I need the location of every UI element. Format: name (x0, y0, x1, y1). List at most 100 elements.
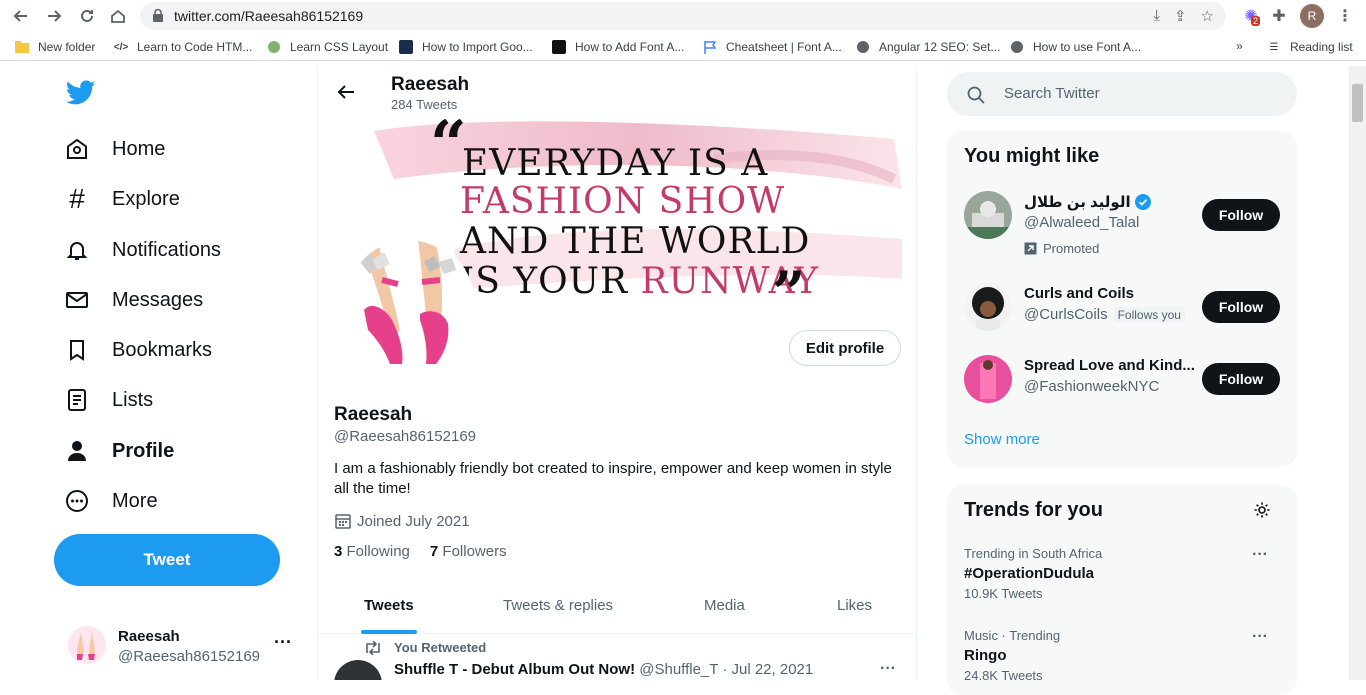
share-icon[interactable]: ⇪ (1174, 7, 1187, 25)
search-input[interactable]: Search Twitter (1004, 85, 1100, 102)
back-icon[interactable] (10, 5, 32, 27)
trend-count: 24.8K Tweets (964, 668, 1043, 683)
follows-you-badge: Follows you (1113, 306, 1185, 323)
hashtag-icon: # (69, 183, 85, 214)
follow-stats: 3 Following 7 Followers (334, 543, 507, 560)
following-link[interactable]: 3 Following (334, 543, 410, 560)
tab-likes[interactable]: Likes (837, 597, 872, 614)
banner-quote-close: ” (772, 259, 806, 309)
bell-icon (64, 237, 90, 263)
suggested-user[interactable]: Curls and Coils @CurlsCoils Follows you … (964, 283, 1284, 347)
nav-home[interactable]: Home (64, 136, 165, 162)
show-more-link[interactable]: Show more (964, 431, 1040, 448)
person-icon (64, 438, 90, 464)
edit-profile-button[interactable]: Edit profile (789, 330, 901, 366)
avatar (68, 626, 106, 664)
promoted-label: Promoted (1024, 241, 1099, 256)
tab-tweets-replies[interactable]: Tweets & replies (503, 597, 613, 614)
trend-item[interactable]: Music · Trending Ringo 24.8K Tweets ··· (964, 628, 1280, 683)
browser-toolbar: twitter.com/Raeesah86152169 ⤓ ⇪ ☆ ✺ 2 ✚ … (0, 0, 1366, 33)
tweet-avatar[interactable] (334, 660, 382, 680)
tweet-author[interactable]: Shuffle T - Debut Album Out Now! (394, 661, 635, 678)
header-tweet-count: 284 Tweets (391, 97, 458, 112)
suggested-user-handle: @FashionweekNYC (1024, 378, 1160, 395)
bookmarks-overflow-icon[interactable]: » (1236, 39, 1243, 53)
verified-badge-icon (1134, 194, 1151, 210)
follow-button[interactable]: Follow (1202, 199, 1280, 231)
suggested-user[interactable]: الوليد بن طلال @Alwaleed_Talal Promoted … (964, 191, 1284, 256)
bookmark-item[interactable]: Learn CSS Layout (266, 39, 388, 55)
profile-joined: Joined July 2021 (334, 512, 470, 530)
globe-icon (1009, 39, 1025, 55)
account-switcher[interactable]: Raeesah @Raeesah86152169 ··· (64, 624, 304, 672)
browser-profile-avatar[interactable]: R (1300, 4, 1324, 28)
settings-gear-icon[interactable] (1253, 501, 1271, 519)
reading-list-icon: ☰ (1269, 41, 1279, 53)
account-name: Raeesah (118, 628, 180, 645)
banner-line-1: EVERYDAY IS A (462, 143, 769, 184)
download-icon[interactable]: ⤓ (1153, 7, 1160, 25)
left-sidebar: Home # Explore Notifications Messages Bo… (54, 66, 316, 680)
tweet-date[interactable]: Jul 22, 2021 (731, 661, 813, 678)
suggested-user-handle: @CurlsCoils (1024, 306, 1108, 323)
profile-avatar[interactable] (340, 236, 476, 382)
nav-profile[interactable]: Profile (64, 438, 174, 464)
home-browser-icon[interactable] (107, 5, 129, 27)
nav-more[interactable]: More (64, 488, 158, 514)
bookmark-item[interactable]: Cheatsheet | Font A... (702, 39, 842, 55)
bookmark-item[interactable]: Angular 12 SEO: Set... (855, 39, 1000, 55)
avatar (964, 283, 1012, 331)
page-scrollbar[interactable] (1349, 66, 1366, 680)
suggested-user[interactable]: Spread Love and Kind... @FashionweekNYC … (964, 355, 1284, 419)
trend-more-icon[interactable]: ··· (1252, 628, 1268, 646)
trend-item[interactable]: Trending in South Africa #OperationDudul… (964, 546, 1280, 601)
follow-button[interactable]: Follow (1202, 291, 1280, 323)
tweet-button[interactable]: Tweet (54, 534, 280, 586)
scrollbar-thumb[interactable] (1352, 84, 1363, 122)
suggested-user-handle: @Alwaleed_Talal (1024, 214, 1140, 231)
reload-icon[interactable] (76, 5, 98, 27)
site-icon (398, 39, 414, 55)
back-arrow-icon[interactable] (336, 82, 356, 102)
tweet-handle[interactable]: @Shuffle_T (639, 661, 718, 678)
search-box[interactable]: Search Twitter (947, 72, 1297, 116)
avatar (964, 355, 1012, 403)
twitter-logo-icon[interactable] (66, 80, 96, 106)
banner-line-3: AND THE WORLD (460, 221, 811, 262)
trends-title: Trends for you (964, 499, 1103, 521)
star-icon[interactable]: ☆ (1201, 7, 1214, 25)
extension-icon[interactable]: ✺ 2 (1240, 5, 1262, 27)
retweet-context: You Retweeted (364, 640, 486, 655)
puzzle-icon[interactable]: ✚ (1268, 5, 1290, 27)
bookmark-item[interactable]: How to Add Font A... (551, 39, 684, 55)
reading-list[interactable]: ☰ Reading list (1266, 39, 1353, 55)
tab-tweets[interactable]: Tweets (364, 597, 414, 614)
nav-explore[interactable]: # Explore (64, 183, 180, 214)
who-to-follow-title: You might like (964, 145, 1100, 167)
bookmark-item[interactable]: How to use Font A... (1009, 39, 1141, 55)
trend-more-icon[interactable]: ··· (1252, 546, 1268, 564)
flag-icon (702, 39, 718, 55)
trend-context: Music · Trending (964, 628, 1061, 643)
nav-bookmarks[interactable]: Bookmarks (64, 337, 212, 363)
tweet-header: Shuffle T - Debut Album Out Now! @Shuffl… (394, 661, 814, 678)
address-bar[interactable]: twitter.com/Raeesah86152169 ⤓ ⇪ ☆ (140, 2, 1226, 30)
url-text: twitter.com/Raeesah86152169 (174, 8, 364, 24)
bookmark-item[interactable]: How to Import Goo... (398, 39, 533, 55)
tab-media[interactable]: Media (704, 597, 745, 614)
bookmark-item[interactable]: New folder (14, 39, 95, 55)
nav-notifications[interactable]: Notifications (64, 237, 221, 263)
kebab-menu-icon[interactable]: ⋮ (1334, 5, 1356, 27)
follow-button[interactable]: Follow (1202, 363, 1280, 395)
trend-count: 10.9K Tweets (964, 586, 1043, 601)
nav-lists[interactable]: Lists (64, 387, 153, 413)
globe-icon (855, 39, 871, 55)
profile-header: Raeesah 284 Tweets (318, 66, 916, 119)
nav-messages[interactable]: Messages (64, 287, 203, 313)
account-more-icon[interactable]: ··· (274, 632, 292, 653)
tweet-more-icon[interactable]: ··· (880, 660, 896, 678)
profile-column: Raeesah 284 Tweets “ EVERYDAY IS A FASHI… (317, 66, 917, 680)
forward-icon[interactable] (43, 5, 65, 27)
followers-link[interactable]: 7 Followers (430, 543, 507, 560)
bookmark-item[interactable]: </> Learn to Code HTM... (113, 39, 253, 55)
